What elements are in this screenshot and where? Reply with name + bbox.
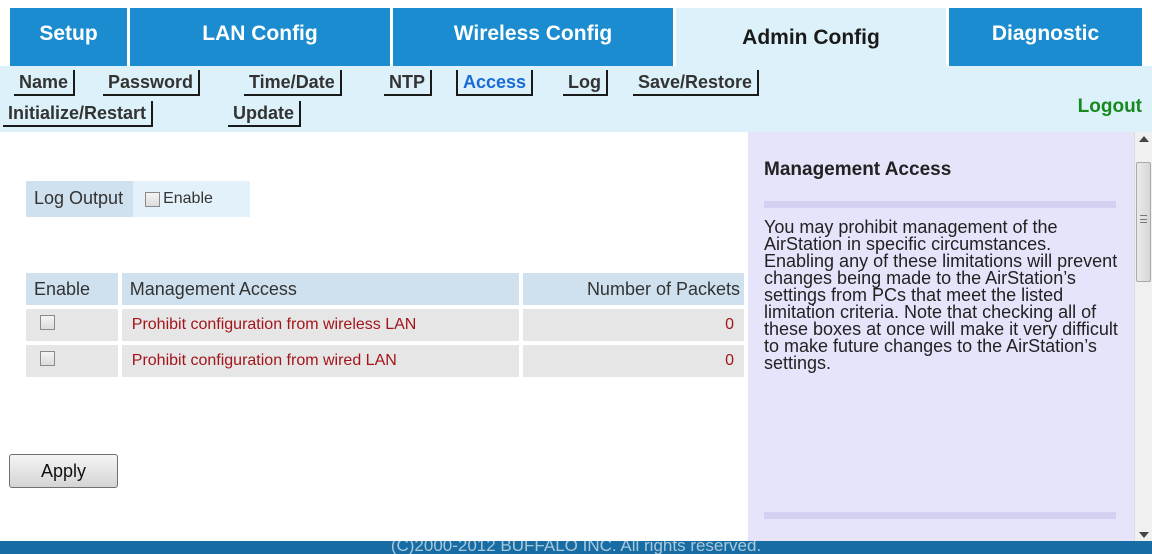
- table-row: Prohibit configuration from wireless LAN…: [26, 309, 744, 341]
- subtab-time-date[interactable]: Time/Date: [244, 70, 342, 96]
- log-output-enable-cell: Enable: [133, 181, 251, 217]
- prohibit-wireless-lan-checkbox[interactable]: [40, 315, 55, 330]
- tab-admin-config[interactable]: Admin Config: [676, 8, 946, 66]
- table-header-row: Enable Management Access Number of Packe…: [26, 273, 744, 305]
- header-number-of-packets: Number of Packets: [523, 273, 744, 305]
- help-divider: [764, 201, 1116, 208]
- log-output-enable-checkbox[interactable]: [145, 191, 161, 207]
- subtab-log[interactable]: Log: [563, 70, 608, 96]
- scroll-down-arrow-icon[interactable]: [1139, 532, 1149, 538]
- tab-setup[interactable]: Setup: [10, 8, 127, 66]
- subtab-save-restore[interactable]: Save/Restore: [633, 70, 760, 96]
- row-description: Prohibit configuration from wireless LAN: [121, 309, 520, 341]
- subtab-ntp[interactable]: NTP: [384, 70, 432, 96]
- header-management-access: Management Access: [121, 273, 520, 305]
- scroll-up-arrow-icon[interactable]: [1139, 136, 1149, 142]
- table-row: Prohibit configuration from wired LAN 0: [26, 345, 744, 377]
- row-description: Prohibit configuration from wired LAN: [121, 345, 520, 377]
- help-text: You may prohibit management of the AirSt…: [764, 217, 1118, 373]
- apply-button[interactable]: Apply: [9, 454, 118, 488]
- tab-wireless-config[interactable]: Wireless Config: [393, 8, 673, 66]
- row-packet-count: 0: [523, 309, 744, 341]
- log-output-enable-label: Enable: [163, 190, 213, 207]
- management-access-table: Enable Management Access Number of Packe…: [22, 269, 748, 381]
- sub-navigation: Name Password Time/Date NTP Access Log S…: [0, 66, 1152, 132]
- help-title: Management Access: [764, 159, 952, 180]
- vertical-scrollbar[interactable]: [1134, 132, 1152, 541]
- logout-link[interactable]: Logout: [1078, 96, 1142, 118]
- copyright-text: (C)2000-2012 BUFFALO INC. All rights res…: [390, 541, 762, 554]
- subtab-access[interactable]: Access: [456, 70, 534, 96]
- row-packet-count: 0: [523, 345, 744, 377]
- log-output-label: Log Output: [26, 181, 134, 217]
- subtab-update[interactable]: Update: [228, 101, 302, 127]
- footer: (C)2000-2012 BUFFALO INC. All rights res…: [0, 541, 1152, 554]
- grip-icon: [1140, 215, 1147, 223]
- row-enable-cell: [26, 309, 118, 341]
- header-enable: Enable: [26, 273, 118, 305]
- top-navigation: Setup LAN Config Wireless Config Admin C…: [0, 0, 1152, 66]
- tab-diagnostic[interactable]: Diagnostic: [949, 8, 1142, 66]
- subtab-password[interactable]: Password: [103, 70, 201, 96]
- tab-lan-config[interactable]: LAN Config: [130, 8, 390, 66]
- help-divider: [764, 512, 1116, 519]
- subtab-name[interactable]: Name: [14, 70, 76, 96]
- subtab-initialize-restart[interactable]: Initialize/Restart: [3, 101, 154, 127]
- row-enable-cell: [26, 345, 118, 377]
- log-output-row: Log Output Enable: [26, 181, 251, 217]
- prohibit-wired-lan-checkbox[interactable]: [40, 351, 55, 366]
- help-panel: Management Access You may prohibit manag…: [748, 132, 1134, 541]
- main-content: Log Output Enable Enable Management Acce…: [0, 132, 748, 541]
- scroll-thumb[interactable]: [1136, 162, 1151, 282]
